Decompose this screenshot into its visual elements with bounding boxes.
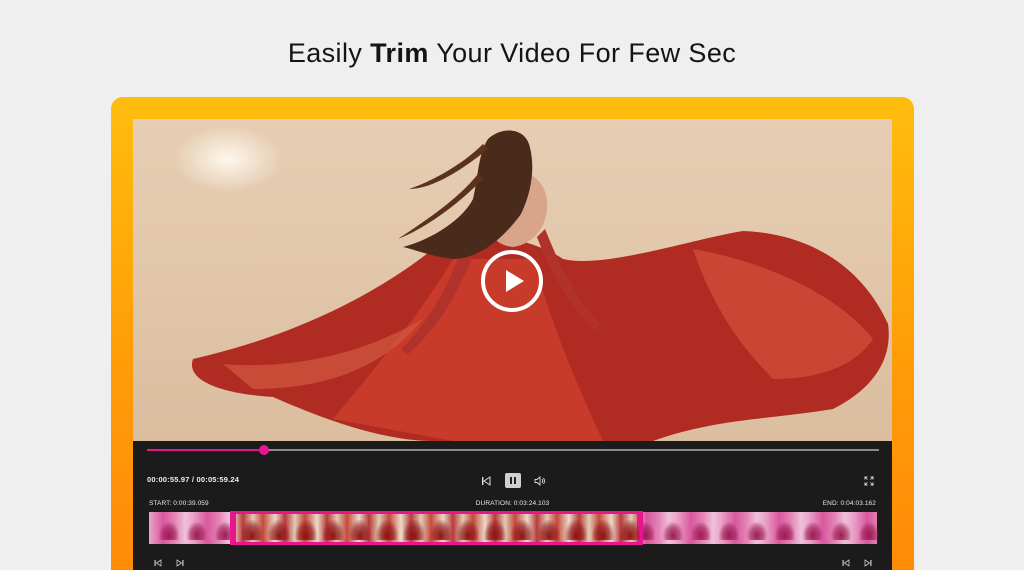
headline-suffix: Your Video For Few Sec: [428, 38, 737, 68]
selected-thumbnail: [592, 520, 614, 540]
page-headline: Easily Trim Your Video For Few Sec: [0, 38, 1024, 69]
skip-previous-icon[interactable]: [479, 474, 493, 488]
video-player: 00:00:55.97 / 00:05:59.24 START: 0:00:39…: [133, 119, 892, 570]
pause-icon[interactable]: [505, 473, 521, 488]
trim-selection[interactable]: [230, 511, 643, 545]
play-circle-icon[interactable]: [481, 250, 543, 312]
seek-progress: [147, 449, 265, 451]
trim-duration-label: DURATION: 0:03:24.103: [475, 500, 550, 507]
frame-forward-icon[interactable]: [176, 559, 184, 569]
selected-thumbnail: [538, 520, 560, 540]
selected-thumbnail: [403, 520, 425, 540]
selected-thumbnail: [349, 520, 371, 540]
selected-thumbnail: [322, 520, 344, 540]
filmstrip-thumbnail: [691, 522, 711, 540]
selected-thumbnail: [565, 520, 587, 540]
fullscreen-icon[interactable]: [862, 474, 876, 488]
selected-thumbnail: [376, 520, 398, 540]
filmstrip-thumbnail: [803, 522, 823, 540]
filmstrip-thumbnail: [775, 522, 795, 540]
selected-thumbnail: [511, 520, 533, 540]
filmstrip-thumbnail: [831, 522, 851, 540]
selected-thumbnail: [268, 520, 290, 540]
filmstrip-thumbnail: [159, 522, 179, 540]
headline-prefix: Easily: [287, 38, 371, 68]
filmstrip-thumbnail: [859, 522, 879, 540]
filmstrip-thumbnail: [747, 522, 767, 540]
trim-start-handle[interactable]: [233, 514, 236, 542]
selected-thumbnail: [430, 520, 452, 540]
seek-handle[interactable]: [259, 445, 270, 455]
filmstrip-thumbnail: [663, 522, 683, 540]
end-forward-icon[interactable]: [864, 559, 872, 569]
time-display: 00:00:55.97 / 00:05:59.24: [147, 475, 240, 484]
headline-emphasis: Trim: [370, 38, 429, 68]
player-controls: 00:00:55.97 / 00:05:59.24 START: 0:00:39…: [133, 441, 892, 570]
trim-end-label: END: 0:04:03.162: [822, 500, 876, 507]
video-frame[interactable]: [133, 119, 892, 441]
selected-thumbnail: [457, 520, 479, 540]
selected-thumbnail: [295, 520, 317, 540]
selected-thumbnail: [484, 520, 506, 540]
seek-bar[interactable]: [147, 445, 879, 455]
filmstrip-thumbnail: [719, 522, 739, 540]
volume-icon[interactable]: [533, 474, 547, 488]
frame-back-icon[interactable]: [154, 559, 162, 569]
selected-thumbnail: [619, 520, 640, 540]
selected-thumbnail: [241, 520, 263, 540]
filmstrip-thumbnail: [187, 522, 207, 540]
end-back-icon[interactable]: [842, 559, 850, 569]
